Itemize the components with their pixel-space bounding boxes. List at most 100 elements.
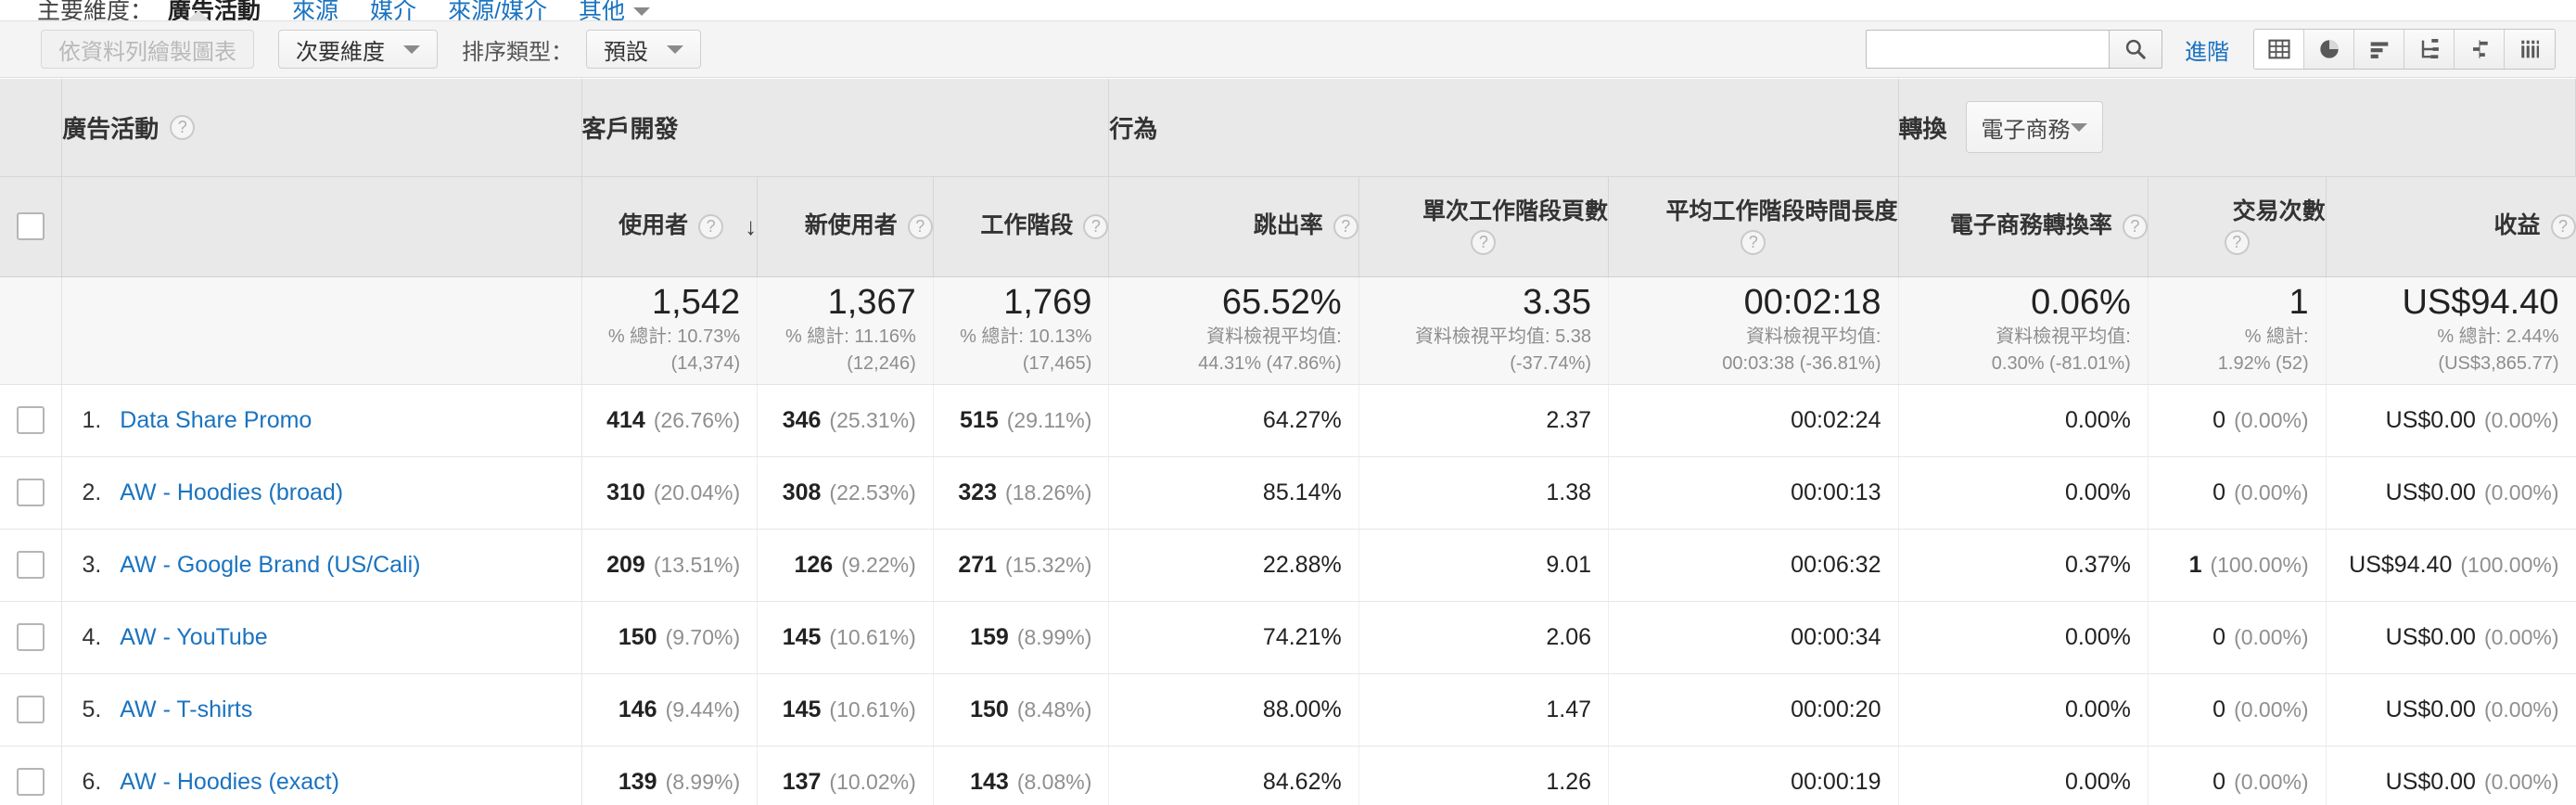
help-icon[interactable]: ? xyxy=(1741,230,1766,256)
row-checkbox[interactable] xyxy=(17,479,45,506)
column-header-users[interactable]: 使用者 ? ↓ xyxy=(581,176,759,277)
help-icon[interactable]: ? xyxy=(2224,230,2250,256)
help-icon[interactable]: ? xyxy=(1471,230,1497,256)
cell-percent: (10.61%) xyxy=(829,696,916,722)
cell-value: 85.14% xyxy=(1262,479,1342,505)
campaign-link[interactable]: AW - Google Brand (US/Cali) xyxy=(120,552,420,579)
cell-ecommerce-conversion-rate: 0.00% xyxy=(1898,673,2149,747)
select-all-cell[interactable] xyxy=(0,176,63,277)
column-header-bounce-rate[interactable]: 跳出率 ? xyxy=(1108,176,1359,277)
cell-value: 323 xyxy=(958,479,998,505)
performance-view-button[interactable] xyxy=(2404,30,2455,69)
row-checkbox[interactable] xyxy=(17,551,45,579)
summary-sub2-new-users: (12,246) xyxy=(847,352,916,374)
help-icon[interactable]: ? xyxy=(907,213,933,239)
select-all-checkbox[interactable] xyxy=(17,212,45,240)
dimension-header-cell[interactable]: 廣告活動 ? xyxy=(61,79,582,177)
help-icon[interactable]: ? xyxy=(2550,213,2576,239)
pivot-view-button[interactable] xyxy=(2505,30,2555,69)
help-icon[interactable]: ? xyxy=(1333,213,1358,239)
column-header-new-users[interactable]: 新使用者 ? xyxy=(757,176,934,277)
cell-avg-session-duration: 00:00:13 xyxy=(1608,456,1899,530)
row-select-cell[interactable] xyxy=(0,529,63,602)
cell-transactions: 0 (0.00%) xyxy=(2148,456,2327,530)
help-icon[interactable]: ? xyxy=(170,114,196,140)
cell-percent: (0.00%) xyxy=(2234,479,2309,505)
row-checkbox[interactable] xyxy=(17,406,45,434)
cell-revenue: US$94.40 (100.00%) xyxy=(2326,529,2576,602)
cell-percent: (8.48%) xyxy=(1016,696,1092,722)
bar-view-button[interactable] xyxy=(2354,30,2404,69)
cell-pages-per-session: 9.01 xyxy=(1358,529,1610,602)
summary-value-transactions: 1 xyxy=(2289,283,2309,323)
sort-type-value: 預設 xyxy=(604,39,648,65)
cell-value: 150 xyxy=(970,696,1009,722)
help-icon[interactable]: ? xyxy=(698,213,724,239)
summary-cell-users: 1,542 % 總計: 10.73% (14,374) xyxy=(581,276,759,385)
row-select-cell[interactable] xyxy=(0,384,63,457)
row-checkbox[interactable] xyxy=(17,696,45,723)
pie-view-button[interactable] xyxy=(2304,30,2354,69)
summary-checkbox-cell xyxy=(0,276,63,385)
search-button[interactable] xyxy=(2109,30,2162,69)
cell-pages-per-session: 1.26 xyxy=(1358,746,1610,805)
row-checkbox[interactable] xyxy=(17,768,45,796)
advanced-link[interactable]: 進階 xyxy=(2185,33,2229,66)
help-icon[interactable]: ? xyxy=(1083,213,1109,239)
cell-percent: (18.26%) xyxy=(1005,479,1092,505)
summary-cell-ecommerce-conversion-rate: 0.06% 資料檢視平均值: 0.30% (-81.01%) xyxy=(1898,276,2149,385)
summary-value-new-users: 1,367 xyxy=(827,283,916,323)
cell-value: US$0.00 xyxy=(2385,406,2476,433)
cell-bounce-rate: 88.00% xyxy=(1108,673,1359,747)
column-header-avg-session-duration[interactable]: 平均工作階段時間長度 ? xyxy=(1608,176,1899,277)
cell-value: 74.21% xyxy=(1262,623,1342,650)
column-header-sessions[interactable]: 工作階段 ? xyxy=(933,176,1110,277)
plot-rows-button[interactable]: 依資料列繪製圖表 xyxy=(41,30,254,69)
cell-value: 310 xyxy=(606,479,645,505)
cell-value: US$0.00 xyxy=(2385,479,2476,505)
campaign-link[interactable]: AW - Hoodies (broad) xyxy=(120,479,343,506)
cell-value: 2.37 xyxy=(1546,406,1592,433)
summary-cell-pages-per-session: 3.35 資料檢視平均值: 5.38 (-37.74%) xyxy=(1358,276,1610,385)
secondary-dimension-label: 次要維度 xyxy=(296,39,385,65)
row-select-cell[interactable] xyxy=(0,673,63,747)
row-index: 2. xyxy=(82,479,102,505)
row-select-cell[interactable] xyxy=(0,601,63,674)
dimension-header-label: 廣告活動 xyxy=(62,114,159,143)
sort-type-select[interactable]: 預設 xyxy=(586,30,701,69)
column-header-transactions[interactable]: 交易次數 ? xyxy=(2148,176,2327,277)
plot-rows-label: 依資料列繪製圖表 xyxy=(58,39,236,65)
column-header-ecommerce-conversion-rate[interactable]: 電子商務轉換率 ? xyxy=(1898,176,2149,277)
column-header-revenue[interactable]: 收益 ? xyxy=(2326,176,2576,277)
secondary-dimension-button[interactable]: 次要維度 xyxy=(278,30,438,69)
row-checkbox[interactable] xyxy=(17,623,45,651)
cell-value: 1.38 xyxy=(1546,479,1592,505)
summary-sub1-users: % 總計: 10.73% xyxy=(607,326,741,347)
cell-value: 0.00% xyxy=(2064,623,2131,650)
campaign-link[interactable]: Data Share Promo xyxy=(120,407,312,434)
row-select-cell[interactable] xyxy=(0,456,63,530)
campaign-link[interactable]: AW - YouTube xyxy=(120,624,267,651)
conversion-goal-select[interactable]: 電子商務 xyxy=(1965,101,2103,154)
summary-sub1-transactions: % 總計: xyxy=(2244,326,2309,347)
cell-pages-per-session: 1.47 xyxy=(1358,673,1610,747)
cell-sessions: 323 (18.26%) xyxy=(933,456,1110,530)
search-input[interactable] xyxy=(1866,30,2109,69)
summary-sub1-revenue: % 總計: 2.44% xyxy=(2437,326,2559,347)
row-select-cell[interactable] xyxy=(0,746,63,805)
column-header-pages-per-session[interactable]: 單次工作階段頁數 ? xyxy=(1358,176,1610,277)
summary-sub1-sessions: % 總計: 10.13% xyxy=(960,326,1092,347)
table-grid-icon xyxy=(2267,39,2290,59)
comparison-view-button[interactable] xyxy=(2455,30,2505,69)
cell-revenue: US$0.00 (0.00%) xyxy=(2326,601,2576,674)
summary-sub2-avg-session-duration: 00:03:38 (-36.81%) xyxy=(1722,352,1881,374)
campaign-link[interactable]: AW - Hoodies (exact) xyxy=(120,769,339,796)
horizontal-bar-icon xyxy=(2370,42,2388,58)
cell-sessions: 150 (8.48%) xyxy=(933,673,1110,747)
table-view-button[interactable] xyxy=(2254,30,2304,69)
cell-users: 414 (26.76%) xyxy=(581,384,759,457)
summary-sub2-sessions: (17,465) xyxy=(1022,352,1092,374)
cell-transactions: 0 (0.00%) xyxy=(2148,384,2327,457)
campaign-link[interactable]: AW - T-shirts xyxy=(120,696,252,723)
help-icon[interactable]: ? xyxy=(2122,213,2148,239)
